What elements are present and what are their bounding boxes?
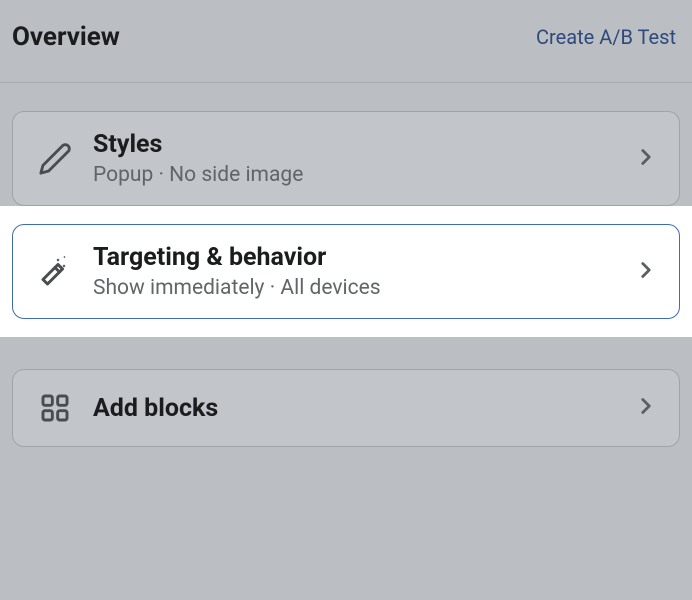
highlight-wrapper: Targeting & behavior Show immediately · … bbox=[0, 206, 692, 337]
header: Overview Create A/B Test bbox=[0, 0, 692, 83]
spacer bbox=[0, 337, 692, 369]
styles-subtitle: Popup · No side image bbox=[93, 163, 633, 187]
targeting-card[interactable]: Targeting & behavior Show immediately · … bbox=[12, 224, 680, 319]
section-styles: Styles Popup · No side image bbox=[0, 83, 692, 206]
styles-content: Styles Popup · No side image bbox=[93, 130, 633, 187]
targeting-title: Targeting & behavior bbox=[93, 243, 633, 272]
chevron-right-icon bbox=[633, 393, 659, 423]
create-ab-test-link[interactable]: Create A/B Test bbox=[536, 25, 676, 49]
page-title: Overview bbox=[12, 22, 120, 52]
add-blocks-card[interactable]: Add blocks bbox=[12, 369, 680, 447]
section-add-blocks: Add blocks bbox=[0, 369, 692, 447]
styles-card[interactable]: Styles Popup · No side image bbox=[12, 111, 680, 206]
chevron-right-icon bbox=[633, 144, 659, 174]
targeting-subtitle: Show immediately · All devices bbox=[93, 276, 633, 300]
pencil-icon bbox=[35, 139, 75, 179]
add-blocks-content: Add blocks bbox=[93, 394, 633, 423]
magic-wand-icon bbox=[35, 252, 75, 292]
styles-title: Styles bbox=[93, 130, 633, 159]
chevron-right-icon bbox=[633, 257, 659, 287]
blocks-icon bbox=[35, 388, 75, 428]
targeting-content: Targeting & behavior Show immediately · … bbox=[93, 243, 633, 300]
add-blocks-title: Add blocks bbox=[93, 394, 218, 423]
